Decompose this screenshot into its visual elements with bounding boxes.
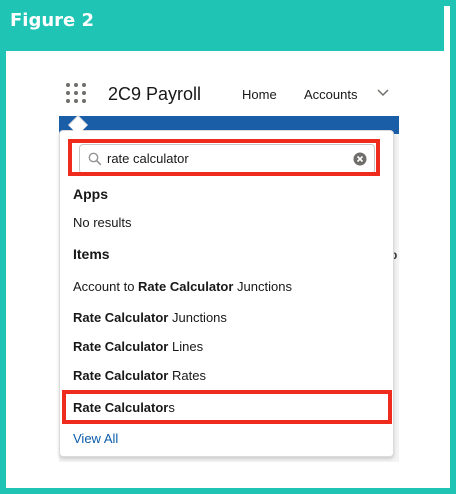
app-name: 2C9 Payroll [108, 84, 202, 104]
figure-title: Figure 2 [0, 0, 444, 51]
result-item[interactable]: Account to Rate Calculator Junctions [73, 279, 292, 294]
nav-item-home[interactable]: Home [242, 87, 277, 102]
app-launcher-icon[interactable] [66, 83, 86, 103]
chevron-down-icon[interactable] [377, 89, 389, 97]
highlight-box-search [68, 139, 380, 176]
view-all-link[interactable]: View All [73, 431, 118, 446]
nav-item-accounts[interactable]: Accounts [304, 87, 357, 102]
section-title-apps: Apps [73, 186, 108, 202]
highlight-box-result [62, 390, 392, 424]
result-item[interactable]: Rate Calculator Rates [73, 368, 206, 383]
apps-empty-text: No results [73, 215, 132, 230]
app-header: 2C9 Payroll Home Accounts [59, 70, 399, 116]
result-item[interactable]: Rate Calculator Junctions [73, 310, 227, 325]
section-title-items: Items [73, 246, 110, 262]
result-item[interactable]: Rate Calculator Lines [73, 339, 203, 354]
